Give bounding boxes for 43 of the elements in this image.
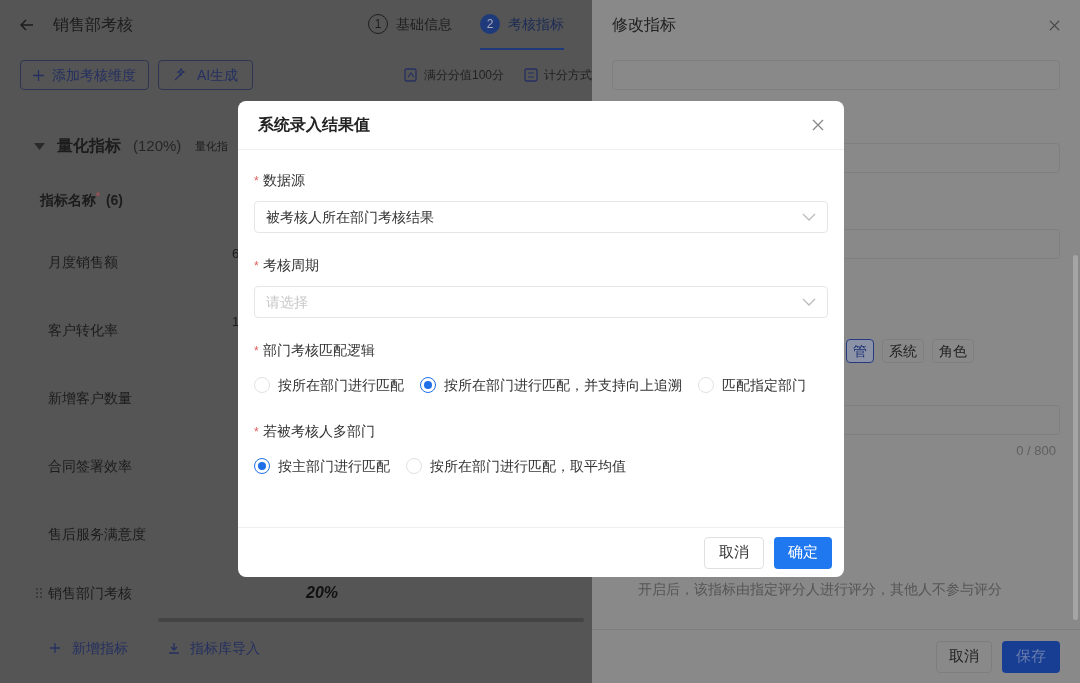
indicator-name: 售后服务满意度 [48, 524, 147, 544]
field-label: 若被考核人多部门 [262, 422, 375, 441]
close-icon[interactable] [812, 119, 824, 131]
role-tag[interactable]: 管 [846, 339, 874, 363]
download-icon [168, 642, 180, 654]
radio-label[interactable]: 按所在部门进行匹配，取平均值 [430, 455, 626, 477]
score-icon [403, 68, 418, 82]
required-mark: * [254, 342, 259, 360]
save-button[interactable]: 保存 [1002, 640, 1060, 673]
required-mark: * [254, 257, 259, 275]
collapse-triangle-icon[interactable] [34, 142, 45, 150]
field-label: 部门考核匹配逻辑 [262, 341, 375, 360]
cancel-button[interactable]: 取消 [704, 536, 764, 569]
page-title: 销售部考核 [53, 15, 133, 35]
radio-label[interactable]: 按主部门进行匹配 [278, 455, 390, 477]
calculator-icon [524, 68, 538, 82]
radio-label[interactable]: 匹配指定部门 [722, 374, 806, 396]
field-label: 考核周期 [262, 256, 319, 275]
required-mark: * [254, 172, 259, 190]
back-arrow-icon[interactable] [20, 19, 34, 31]
plus-icon [50, 643, 60, 653]
drawer-title: 修改指标 [612, 15, 676, 35]
radio-label[interactable]: 按所在部门进行匹配，并支持向上追溯 [444, 374, 682, 396]
required-mark: * [254, 423, 259, 441]
chevron-down-icon [802, 213, 816, 221]
drag-handle-icon[interactable] [36, 587, 42, 599]
select-field[interactable]: 被考核人所在部门考核结果 [254, 201, 828, 233]
magic-wand-icon [173, 68, 187, 82]
radio-label[interactable]: 按所在部门进行匹配 [278, 374, 404, 396]
row-count: (6) [105, 191, 124, 210]
role-tag[interactable]: 系统 [882, 339, 924, 363]
confirm-button[interactable]: 确定 [774, 536, 832, 569]
plus-icon [33, 69, 44, 81]
weight-value: 20% [306, 583, 339, 603]
required-mark: * [96, 190, 100, 202]
column-header: 指标名称 [40, 191, 96, 210]
section-title: 量化指标 [57, 136, 121, 156]
role-tag[interactable]: 角色 [932, 339, 974, 363]
field-label: 数据源 [262, 171, 305, 190]
dialog-title: 系统录入结果值 [258, 115, 370, 135]
close-icon[interactable] [1049, 19, 1060, 31]
cancel-button[interactable]: 取消 [936, 640, 992, 673]
chevron-down-icon [802, 298, 816, 306]
